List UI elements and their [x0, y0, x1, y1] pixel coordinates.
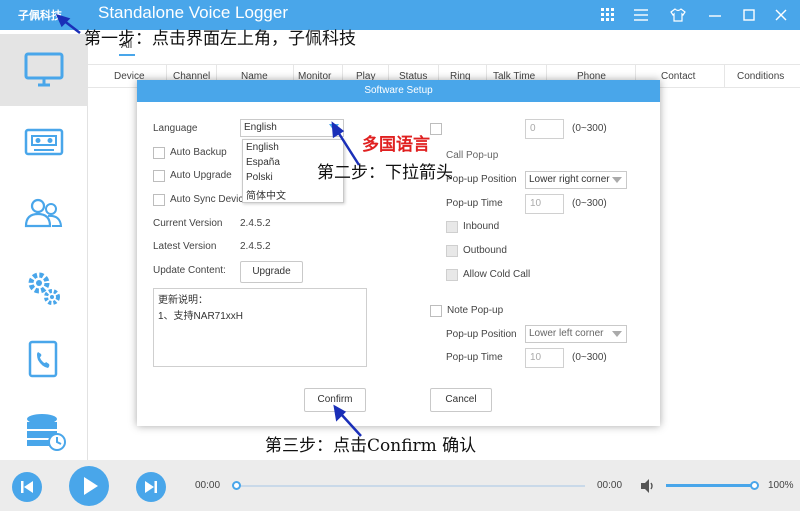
progress-handle[interactable]	[232, 481, 241, 490]
list-icon[interactable]	[630, 4, 652, 26]
popup-time-range: (0~300)	[572, 198, 607, 209]
note-popup-label: Note Pop-up	[447, 305, 504, 316]
elapsed-time: 00:00	[195, 480, 221, 491]
auto-upgrade-checkbox[interactable]	[153, 170, 165, 182]
allow-cold-call-checkbox[interactable]	[446, 269, 458, 281]
close-icon[interactable]	[770, 4, 792, 26]
app-title: Standalone Voice Logger	[98, 3, 288, 22]
sidebar	[0, 30, 88, 460]
phone-book-icon	[28, 340, 58, 378]
shirt-icon[interactable]	[667, 4, 689, 26]
language-label: Language	[153, 123, 198, 134]
language-option-polski[interactable]: Polski	[246, 172, 273, 183]
annotation-step2: 第二步：下拉箭头	[317, 163, 453, 183]
note-position-label: Pop-up Position	[446, 329, 517, 340]
volume-icon[interactable]	[640, 478, 656, 494]
outbound-checkbox[interactable]	[446, 245, 458, 257]
brand-label[interactable]: 子佩科技	[18, 7, 62, 23]
grid-icon[interactable]	[597, 4, 619, 26]
player-bar: 00:00 00:00 100%	[0, 460, 800, 511]
chevron-down-icon	[612, 331, 622, 337]
column-divider	[724, 65, 725, 87]
chevron-down-icon	[612, 177, 622, 183]
update-notes-textarea[interactable]: 更新说明： 1、支持NAR71xxH	[153, 288, 367, 367]
upgrade-button[interactable]: Upgrade	[240, 261, 303, 283]
sidebar-item-database[interactable]	[0, 394, 88, 466]
skip-back-icon	[21, 481, 33, 493]
inbound-checkbox[interactable]	[446, 221, 458, 233]
latest-version-value: 2.4.5.2	[240, 241, 271, 252]
sidebar-item-phonebook[interactable]	[0, 322, 88, 394]
language-option-chinese[interactable]: 简体中文	[246, 187, 286, 202]
annotation-step1: 第一步：点击界面左上角，子佩科技	[84, 29, 356, 49]
popup-position-select[interactable]: Lower right corner	[525, 171, 627, 189]
current-version-label: Current Version	[153, 218, 223, 229]
play-icon	[84, 477, 98, 495]
volume-handle[interactable]	[750, 481, 759, 490]
cancel-button[interactable]: Cancel	[430, 388, 492, 412]
top-checkbox[interactable]	[430, 123, 442, 135]
auto-backup-checkbox[interactable]	[153, 147, 165, 159]
language-option-espana[interactable]: España	[246, 157, 280, 168]
dropdown-arrow-icon[interactable]	[329, 124, 339, 131]
users-icon	[24, 198, 63, 228]
next-button[interactable]	[136, 472, 166, 502]
popup-position-label: Pop-up Position	[446, 174, 517, 185]
tab-active-indicator	[119, 54, 135, 56]
inbound-label: Inbound	[463, 221, 500, 232]
previous-button[interactable]	[12, 472, 42, 502]
sidebar-item-monitor[interactable]	[0, 34, 88, 106]
annotation-multi-language: 多国语言	[362, 135, 430, 155]
gears-icon	[28, 272, 60, 305]
allow-cold-call-label: Allow Cold Call	[463, 269, 531, 280]
outbound-label: Outbound	[463, 245, 507, 256]
auto-backup-label: Auto Backup	[170, 147, 227, 158]
popup-position-value: Lower right corner	[529, 174, 610, 185]
update-content-label: Update Content:	[153, 265, 226, 276]
sidebar-item-recordings[interactable]	[0, 106, 88, 178]
confirm-button[interactable]: Confirm	[304, 388, 366, 412]
maximize-icon[interactable]	[738, 4, 760, 26]
call-popup-label: Call Pop-up	[446, 150, 499, 161]
monitor-icon	[24, 52, 64, 87]
language-select[interactable]: English	[240, 119, 344, 137]
annotation-step3: 第三步：点击Confirm 确认	[265, 436, 477, 456]
database-icon	[27, 414, 66, 451]
current-version-value: 2.4.5.2	[240, 218, 271, 229]
language-select-value: English	[244, 122, 277, 133]
popup-time-label: Pop-up Time	[446, 198, 503, 209]
total-time: 00:00	[597, 480, 623, 491]
top-number-input[interactable]: 0	[525, 119, 564, 139]
language-option-english[interactable]: English	[246, 142, 279, 153]
progress-track[interactable]	[237, 485, 585, 487]
notes-line: 更新说明：	[158, 295, 208, 306]
minimize-icon[interactable]	[704, 4, 726, 26]
auto-upgrade-label: Auto Upgrade	[170, 170, 232, 181]
column-contact[interactable]: Contact	[661, 71, 695, 82]
volume-percent: 100%	[768, 480, 794, 491]
play-button[interactable]	[69, 466, 109, 506]
auto-sync-label: Auto Sync Devic	[170, 194, 244, 205]
note-time-label: Pop-up Time	[446, 352, 503, 363]
top-range-text: (0~300)	[572, 123, 607, 134]
skip-forward-icon	[145, 481, 157, 493]
note-time-input[interactable]: 10	[525, 348, 564, 368]
popup-time-input[interactable]: 10	[525, 194, 564, 214]
volume-track[interactable]	[666, 484, 756, 487]
auto-sync-checkbox[interactable]	[153, 194, 165, 206]
latest-version-label: Latest Version	[153, 241, 217, 252]
sidebar-item-users[interactable]	[0, 178, 88, 250]
note-position-value: Lower left corner	[529, 328, 604, 339]
dialog-title: Software Setup	[137, 80, 660, 102]
notes-line: 1、支持NAR71xxH	[158, 311, 244, 322]
note-position-select[interactable]: Lower left corner	[525, 325, 627, 343]
column-conditions[interactable]: Conditions	[737, 71, 784, 82]
cassette-icon	[24, 128, 64, 156]
note-time-range: (0~300)	[572, 352, 607, 363]
sidebar-item-settings[interactable]	[0, 250, 88, 322]
note-popup-checkbox[interactable]	[430, 305, 442, 317]
